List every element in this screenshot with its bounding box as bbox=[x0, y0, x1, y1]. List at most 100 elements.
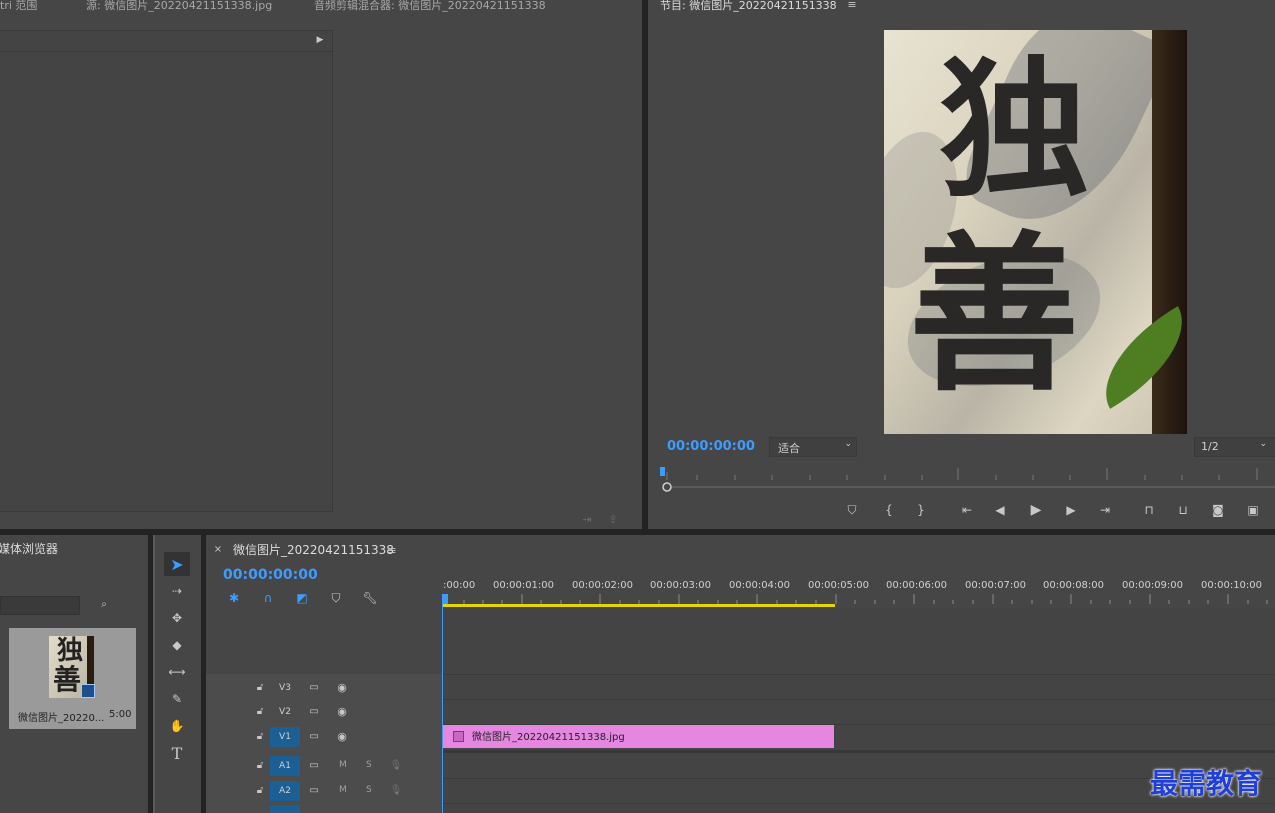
go-to-out-icon[interactable]: ⇥ bbox=[1096, 502, 1114, 518]
tab-lumetri-scopes[interactable]: tri 范围 bbox=[0, 0, 37, 13]
ruler-tick-label: 00:00:04:00 bbox=[729, 580, 791, 591]
fit-select-value: 适合 bbox=[778, 442, 800, 455]
lane-divider bbox=[442, 674, 1275, 675]
pen-tool-icon[interactable]: ✎ bbox=[166, 690, 188, 708]
tab-audio-clip-mixer[interactable]: 音频剪辑混合器: 微信图片_20220421151338 bbox=[314, 0, 546, 13]
ruler-tick-label: 00:00:07:00 bbox=[965, 580, 1027, 591]
mute-button[interactable]: M bbox=[339, 785, 347, 795]
sync-lock-icon[interactable]: ▭ bbox=[306, 783, 322, 797]
track-v2: 🔓︎ V2 ▭ ◉ bbox=[206, 700, 442, 724]
watermark: 最需教育 bbox=[1150, 767, 1263, 800]
mark-out-icon[interactable]: } bbox=[913, 502, 929, 518]
eye-icon[interactable]: ◉ bbox=[334, 704, 350, 718]
timeline-tab[interactable]: 微信图片_20220421151338 bbox=[233, 541, 394, 558]
work-area-bar[interactable] bbox=[442, 604, 835, 607]
lock-icon[interactable]: 🔓︎ bbox=[254, 729, 266, 743]
chevron-down-icon: ⌄ bbox=[844, 439, 852, 449]
add-marker-icon[interactable]: ⛉ bbox=[844, 502, 860, 518]
media-browser-title[interactable]: 媒体浏览器 bbox=[0, 540, 58, 557]
search-input[interactable] bbox=[0, 596, 80, 615]
mark-in-icon[interactable]: { bbox=[881, 502, 897, 518]
lock-icon[interactable]: 🔓︎ bbox=[254, 680, 266, 694]
program-time-ruler[interactable] bbox=[660, 464, 1275, 494]
track-a1: 🔓︎ A1 ▭ M S 🎙︎ bbox=[206, 754, 442, 778]
sync-lock-icon[interactable]: ▭ bbox=[306, 704, 322, 718]
lane-divider bbox=[442, 803, 1275, 804]
ripple-edit-tool-icon[interactable]: ✥ bbox=[166, 609, 188, 627]
microphone-icon[interactable]: 🎙︎ bbox=[390, 758, 403, 772]
add-marker-icon[interactable]: ⛉ bbox=[328, 590, 344, 606]
lift-icon[interactable]: ⊓ bbox=[1139, 502, 1159, 518]
track-target-a1[interactable]: A1 bbox=[270, 756, 300, 776]
track-v1: 🔓︎ V1 ▭ ◉ bbox=[206, 725, 442, 749]
project-item[interactable]: 独 善 微信图片_20220... 5:00 bbox=[9, 628, 136, 729]
sync-lock-icon[interactable]: ▭ bbox=[306, 758, 322, 772]
type-tool-icon[interactable]: T bbox=[166, 744, 188, 763]
solo-button[interactable]: S bbox=[366, 785, 372, 795]
ruler-tick-label: 00:00:02:00 bbox=[572, 580, 634, 591]
solo-button[interactable]: S bbox=[366, 760, 372, 770]
panel-menu-icon[interactable]: ≡ bbox=[386, 543, 398, 557]
program-monitor-title[interactable]: 节目: 微信图片_20220421151338 bbox=[660, 0, 837, 13]
track-v3: 🔓︎ V3 ▭ ◉ bbox=[206, 676, 442, 700]
sync-lock-icon[interactable]: ▭ bbox=[306, 680, 322, 694]
selection-tool-icon[interactable]: ➤ bbox=[164, 552, 190, 576]
effect-controls-subpanel bbox=[0, 30, 333, 512]
step-forward-icon[interactable]: ▶ bbox=[1063, 502, 1079, 518]
nest-sequence-icon[interactable]: ✱ bbox=[225, 590, 243, 606]
play-icon[interactable]: ▶ bbox=[1027, 501, 1045, 519]
calligraphy-char-1: 独 bbox=[939, 42, 1090, 218]
lock-icon[interactable]: 🔓︎ bbox=[254, 758, 266, 772]
track-select-tool-icon[interactable]: ⇢ bbox=[166, 582, 188, 600]
sync-lock-icon[interactable]: ▭ bbox=[306, 729, 322, 743]
program-frame-image: 独 善 bbox=[884, 30, 1187, 434]
go-to-in-icon[interactable]: ⇤ bbox=[958, 502, 976, 518]
eye-icon[interactable]: ◉ bbox=[334, 680, 350, 694]
fx-icon bbox=[453, 731, 464, 742]
resolution-select-value: 1/2 bbox=[1201, 440, 1219, 453]
track-a2: 🔓︎ A2 ▭ M S 🎙︎ bbox=[206, 779, 442, 803]
camera-icon[interactable]: ◙ bbox=[1209, 502, 1227, 518]
microphone-icon[interactable]: 🎙︎ bbox=[390, 783, 403, 797]
playhead-line[interactable] bbox=[442, 600, 443, 813]
lane-divider bbox=[442, 750, 1275, 753]
hand-tool-icon[interactable]: ✋ bbox=[166, 717, 188, 735]
track-target-v3[interactable]: V3 bbox=[270, 678, 300, 698]
slip-tool-icon[interactable]: ⟷ bbox=[166, 663, 188, 681]
snap-magnet-icon[interactable]: ∩ bbox=[259, 590, 277, 606]
bamboo-stalk bbox=[1152, 30, 1187, 434]
step-back-icon[interactable]: ◀ bbox=[992, 502, 1008, 518]
resolution-select[interactable]: 1/2 ⌄ bbox=[1194, 437, 1275, 457]
track-target-a2[interactable]: A2 bbox=[270, 781, 300, 801]
insert-icon[interactable]: ⇥ bbox=[578, 512, 596, 526]
razor-tool-icon[interactable]: ◆ bbox=[166, 636, 188, 654]
search-icon[interactable]: ⌕ bbox=[96, 597, 112, 612]
timeline-timecode[interactable]: 00:00:00:00 bbox=[223, 567, 318, 583]
timeline-clip[interactable]: 微信图片_20220421151338.jpg bbox=[443, 725, 834, 748]
lock-icon[interactable]: 🔓︎ bbox=[254, 704, 266, 718]
extract-icon[interactable]: ⊔ bbox=[1173, 502, 1193, 518]
play-arrow-icon[interactable]: ▶ bbox=[313, 33, 327, 47]
track-target-v1[interactable]: V1 bbox=[270, 727, 300, 747]
eye-icon[interactable]: ◉ bbox=[334, 729, 350, 743]
comparison-view-icon[interactable]: ▣ bbox=[1243, 502, 1263, 518]
ruler-tick-label: 00:00:10:00 bbox=[1201, 580, 1263, 591]
mute-button[interactable]: M bbox=[339, 760, 347, 770]
panel-menu-icon[interactable]: ≡ bbox=[846, 0, 858, 11]
ruler-tick-label: 00:00:06:00 bbox=[886, 580, 948, 591]
fit-select[interactable]: 适合 ⌄ bbox=[769, 437, 857, 457]
tools-divider bbox=[153, 535, 155, 813]
export-icon[interactable]: ⇪ bbox=[604, 512, 622, 526]
close-icon[interactable]: × bbox=[213, 543, 223, 555]
ruler-tick-label: :00:00 bbox=[443, 580, 476, 591]
wrench-icon[interactable]: 🔧︎ bbox=[361, 590, 379, 606]
tab-source[interactable]: 源: 微信图片_20220421151338.jpg bbox=[86, 0, 272, 13]
linked-selection-icon[interactable]: ◩ bbox=[293, 590, 311, 606]
program-timecode[interactable]: 00:00:00:00 bbox=[667, 439, 755, 454]
thumb-char: 独 bbox=[57, 636, 84, 666]
track-target-a3-partial[interactable] bbox=[270, 805, 300, 813]
lock-icon[interactable]: 🔓︎ bbox=[254, 783, 266, 797]
subpanel-header bbox=[0, 30, 332, 52]
image-badge-icon bbox=[81, 684, 95, 698]
track-target-v2[interactable]: V2 bbox=[270, 702, 300, 722]
